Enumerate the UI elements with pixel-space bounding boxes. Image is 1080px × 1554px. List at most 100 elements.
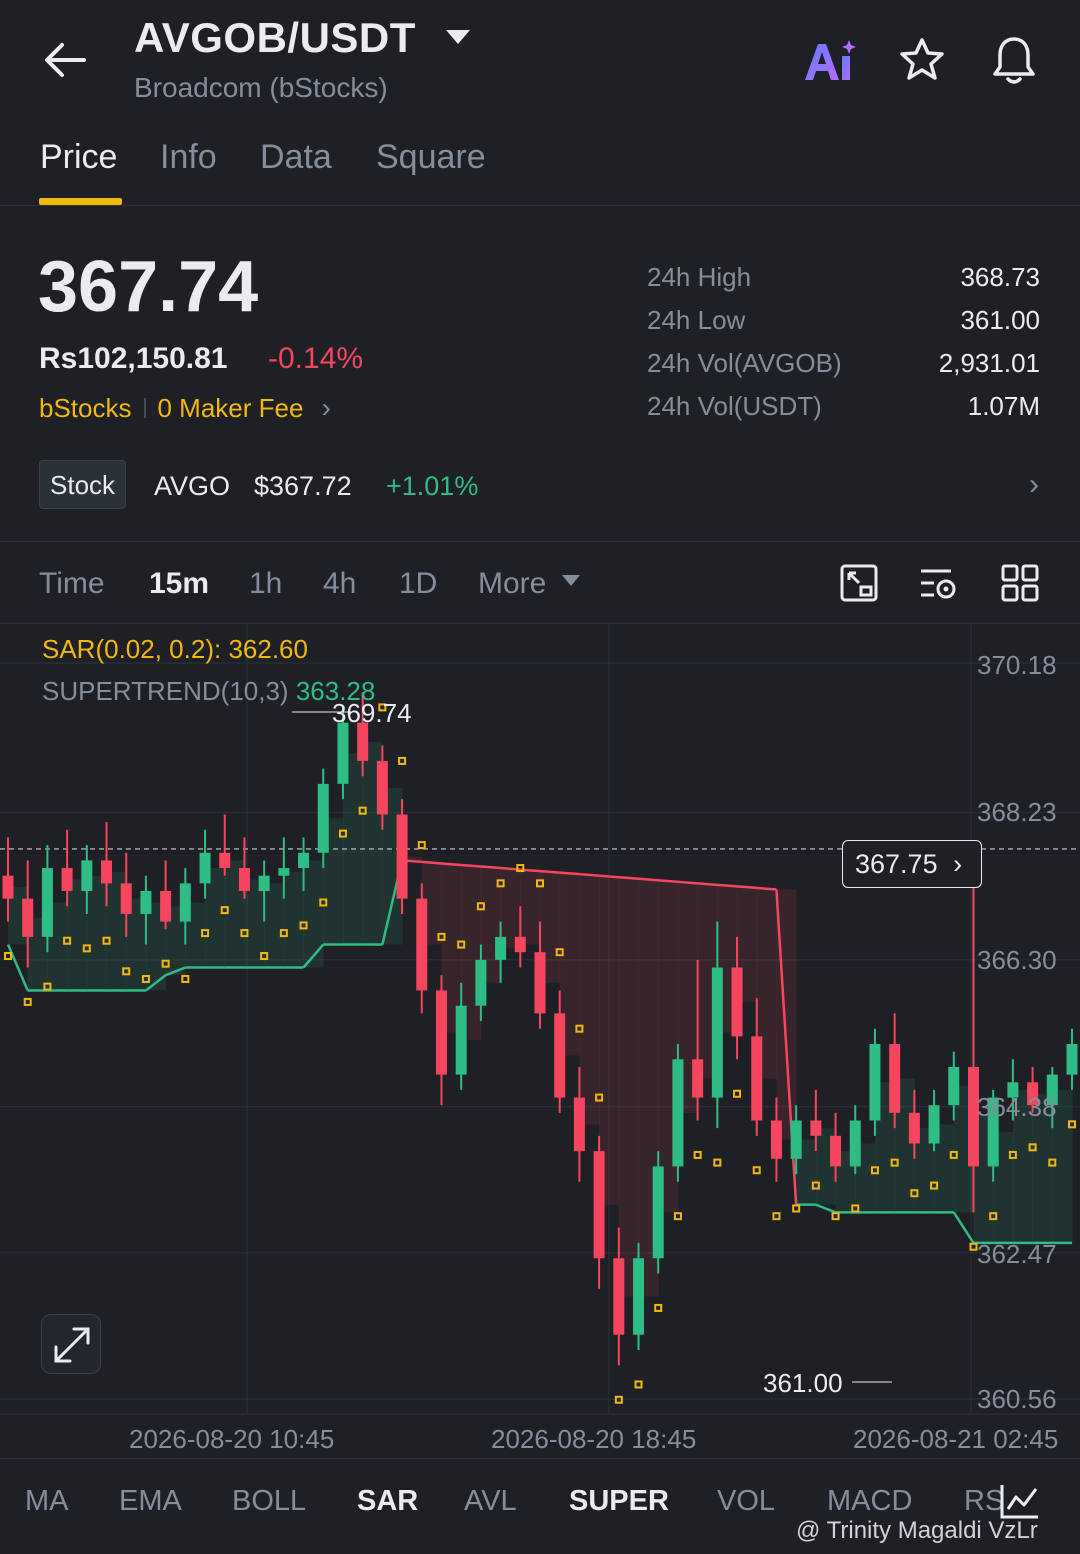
divider — [143, 398, 146, 418]
indicator-tab-super[interactable]: SUPER — [569, 1485, 669, 1518]
watermark-credit: @ Trinity Magaldi VzLr — [796, 1517, 1038, 1544]
indicator-tab-sar[interactable]: SAR — [357, 1485, 418, 1518]
chart-screenshot-icon[interactable] — [839, 563, 879, 603]
candle-body — [889, 1044, 901, 1113]
candle-body — [751, 1036, 763, 1121]
last-price: 367.74 — [38, 247, 259, 327]
candle-body — [830, 1135, 842, 1167]
current-price-tag[interactable]: 367.75 › — [842, 840, 982, 888]
supertrend-line — [421, 860, 442, 865]
supertrend-line — [658, 879, 679, 884]
candle-body — [337, 722, 349, 784]
interval-15m[interactable]: 15m — [149, 567, 209, 601]
sar-dot — [969, 1242, 978, 1251]
x-tick-label: 2026-08-20 10:45 — [129, 1424, 335, 1454]
candle-body — [731, 967, 743, 1037]
supertrend-fill — [67, 879, 88, 991]
chevron-right-icon: › — [953, 849, 963, 879]
favorite-star-icon[interactable] — [898, 36, 946, 84]
indicator-tab-vol[interactable]: VOL — [717, 1485, 775, 1518]
indicator-tab-boll[interactable]: BOLL — [232, 1485, 306, 1518]
expand-icon — [54, 1327, 90, 1363]
sar-dot — [673, 1212, 682, 1221]
pair-title[interactable]: AVGOB/USDT — [134, 14, 416, 62]
candle-body — [908, 1112, 920, 1144]
stat-value: 2,931.01 — [938, 348, 1040, 378]
interval-4h[interactable]: 4h — [323, 567, 356, 601]
supertrend-line — [579, 872, 600, 877]
chevron-right-icon[interactable]: › — [1029, 468, 1039, 502]
candle-body — [475, 959, 487, 1006]
sar-dot — [831, 1212, 840, 1221]
indicator-tab-macd[interactable]: MACD — [827, 1485, 912, 1518]
supertrend-line — [717, 883, 738, 888]
chart-canvas[interactable] — [0, 624, 1080, 1454]
tab-info[interactable]: Info — [160, 138, 217, 177]
y-tick-label: 370.18 — [977, 650, 1057, 680]
alert-bell-icon[interactable] — [990, 34, 1038, 86]
low-marker-label: 361.00 — [763, 1368, 843, 1398]
bstocks-fee-row[interactable]: bStocks 0 Maker Fee › — [39, 392, 331, 424]
indicator-tab-bar: MA EMA BOLL SAR AVL SUPER VOL MACD RS @ … — [0, 1458, 1080, 1554]
fullscreen-button[interactable] — [41, 1314, 101, 1374]
tab-price[interactable]: Price — [40, 138, 117, 177]
interval-bar: Time 15m 1h 4h 1D More — [0, 545, 1080, 623]
candle-body — [810, 1120, 822, 1136]
sar-dot — [417, 841, 426, 850]
candle-body — [101, 860, 113, 884]
candle-body — [61, 868, 73, 891]
indicator-settings-icon[interactable] — [918, 563, 958, 603]
header: AVGOB/USDT Broadcom (bStocks) — [0, 0, 1080, 120]
candle-body — [613, 1258, 625, 1335]
layout-grid-icon[interactable] — [1000, 563, 1040, 603]
candle-body — [199, 852, 211, 884]
chevron-right-icon: › — [321, 392, 331, 423]
sar-dot — [654, 1303, 663, 1312]
x-tick-label: 2026-08-21 02:45 — [853, 1424, 1059, 1454]
interval-1d[interactable]: 1D — [399, 567, 437, 601]
candle-body — [81, 860, 93, 891]
sar-dot — [693, 1150, 702, 1159]
y-tick-label: 364.38 — [977, 1092, 1057, 1122]
supertrend-fill — [579, 874, 600, 1125]
candle-body — [219, 852, 231, 869]
y-tick-label: 360.56 — [977, 1384, 1057, 1414]
candle-body — [22, 898, 34, 937]
sar-dot — [792, 1204, 801, 1213]
stat-label: 24h Vol(AVGOB) — [647, 348, 842, 378]
supertrend-line — [618, 875, 639, 880]
candle-body — [711, 967, 723, 1098]
underlying-stock-row[interactable]: Stock AVGO $367.72 +1.01% › — [39, 460, 1039, 510]
tab-data[interactable]: Data — [260, 138, 332, 177]
indicator-tab-avl[interactable]: AVL — [464, 1485, 517, 1518]
current-price-value: 367.75 — [855, 849, 938, 879]
sar-value: 362.60 — [228, 634, 308, 664]
candle-body — [633, 1258, 645, 1335]
stock-change: +1.01% — [386, 471, 479, 501]
stat-label: 24h Vol(USDT) — [647, 391, 822, 421]
interval-time[interactable]: Time — [39, 567, 105, 601]
candle-body — [396, 814, 408, 899]
stat-label: 24h High — [647, 262, 752, 292]
interval-more[interactable]: More — [478, 567, 546, 601]
ai-icon[interactable] — [803, 38, 861, 84]
sar-dot — [4, 952, 12, 961]
candle-body — [179, 883, 191, 922]
supertrend-line — [815, 1203, 837, 1214]
pair-dropdown-icon[interactable] — [446, 30, 470, 44]
candle-body — [495, 936, 507, 960]
supertrend-line — [461, 863, 481, 868]
tab-square[interactable]: Square — [376, 138, 486, 177]
chart-type-icon[interactable] — [998, 1481, 1040, 1521]
candle-body — [258, 875, 270, 891]
sar-dot — [181, 974, 190, 983]
supertrend-fill — [86, 875, 108, 991]
candle-body — [514, 936, 526, 953]
indicator-tab-ma[interactable]: MA — [25, 1485, 69, 1518]
back-arrow-icon[interactable] — [40, 38, 90, 82]
candle-body — [376, 760, 388, 815]
candlestick-chart[interactable]: SAR(0.02, 0.2): 362.60 SUPERTREND(10,3) … — [0, 624, 1080, 1454]
indicator-tab-ema[interactable]: EMA — [119, 1485, 182, 1518]
stock-price: $367.72 — [254, 471, 352, 501]
interval-1h[interactable]: 1h — [249, 567, 282, 601]
